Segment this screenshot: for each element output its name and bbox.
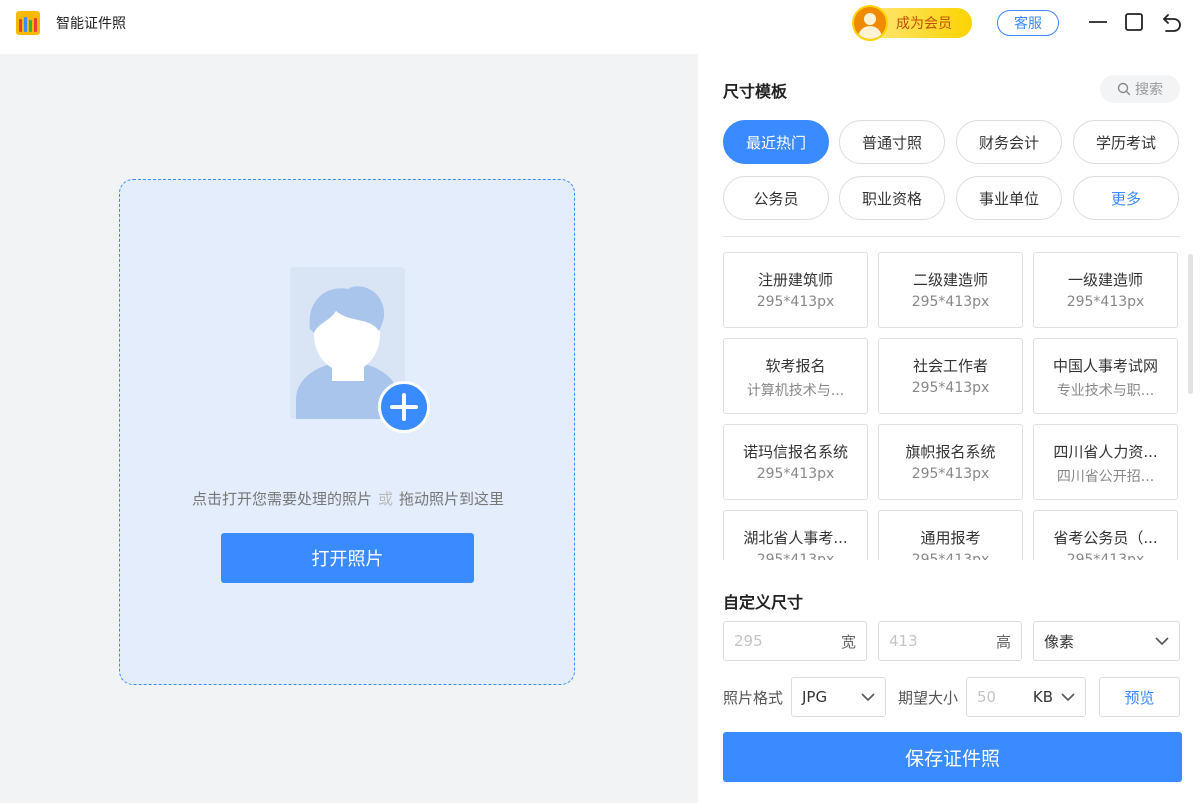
- template-card[interactable]: 湖北省人事考... 295*413px: [723, 510, 868, 560]
- chevron-down-icon: [1155, 636, 1169, 645]
- template-name: 软考报名: [765, 357, 826, 375]
- template-card[interactable]: 社会工作者 295*413px: [878, 338, 1023, 414]
- avatar-icon: [852, 5, 888, 41]
- template-size: 295*413px: [911, 294, 990, 310]
- preview-button[interactable]: 预览: [1099, 677, 1180, 717]
- photo-format-select[interactable]: JPG: [791, 677, 886, 717]
- expected-size-unit-group: KB: [1033, 688, 1075, 706]
- title-bar: 智能证件照 成为会员 客服: [0, 0, 1200, 54]
- search-icon: [1117, 82, 1131, 96]
- maximize-icon[interactable]: [1122, 10, 1146, 34]
- become-member-button[interactable]: 成为会员: [852, 5, 972, 41]
- template-size: 295*413px: [756, 552, 835, 560]
- drop-hint-or: 或: [377, 490, 393, 508]
- template-card[interactable]: 软考报名 计算机技术与...: [723, 338, 868, 414]
- template-card[interactable]: 旗帜报名系统 295*413px: [878, 424, 1023, 500]
- search-label: 搜索: [1135, 82, 1163, 98]
- custom-size-title: 自定义尺寸: [723, 593, 804, 612]
- height-placeholder: 413: [889, 632, 918, 650]
- photo-format-value: JPG: [802, 688, 828, 706]
- template-name: 一级建造师: [1067, 271, 1143, 289]
- chevron-down-icon: [1061, 692, 1075, 701]
- width-input[interactable]: 295 宽: [723, 621, 867, 661]
- become-member-label: 成为会员: [896, 16, 952, 32]
- template-name: 诺玛信报名系统: [742, 443, 848, 461]
- template-name: 省考公务员（...: [1053, 529, 1158, 547]
- expected-size-input[interactable]: 50 KB: [966, 677, 1086, 717]
- expected-size-placeholder: 50: [977, 688, 997, 706]
- template-name: 湖北省人事考...: [743, 529, 848, 547]
- chevron-down-icon: [861, 692, 875, 701]
- template-card[interactable]: 中国人事考试网 专业技术与职...: [1033, 338, 1178, 414]
- category-more[interactable]: 更多: [1073, 176, 1179, 220]
- template-size: 四川省公开招...: [1056, 469, 1155, 485]
- unit-select-value: 像素: [1044, 632, 1075, 651]
- template-grid: 注册建筑师 295*413px 二级建造师 295*413px 一级建造师 29…: [723, 252, 1180, 560]
- template-size: 295*413px: [911, 552, 990, 560]
- app-title: 智能证件照: [56, 16, 126, 32]
- height-unit: 高: [995, 632, 1011, 651]
- photo-drop-zone[interactable]: 点击打开您需要处理的照片或拖动照片到这里 打开照片: [119, 179, 575, 685]
- drop-hint-drag: 拖动照片到这里: [399, 490, 505, 508]
- template-size: 295*413px: [1066, 294, 1145, 310]
- photo-format-label: 照片格式: [723, 689, 784, 707]
- category-professional-qualification[interactable]: 职业资格: [839, 176, 945, 220]
- template-card[interactable]: 诺玛信报名系统 295*413px: [723, 424, 868, 500]
- template-scrollbar[interactable]: [1188, 254, 1193, 394]
- divider: [723, 236, 1180, 237]
- template-card[interactable]: 二级建造师 295*413px: [878, 252, 1023, 328]
- back-arrow-icon[interactable]: [1160, 10, 1184, 34]
- template-name: 二级建造师: [912, 271, 988, 289]
- drop-hint-main: 点击打开您需要处理的照片: [191, 490, 372, 508]
- add-photo-plus-icon[interactable]: [378, 381, 430, 433]
- expected-size-label: 期望大小: [898, 689, 959, 707]
- template-card[interactable]: 一级建造师 295*413px: [1033, 252, 1178, 328]
- template-card[interactable]: 注册建筑师 295*413px: [723, 252, 868, 328]
- template-name: 旗帜报名系统: [905, 443, 996, 461]
- template-name: 通用报考: [920, 529, 981, 547]
- template-name: 社会工作者: [912, 357, 988, 375]
- template-size: 计算机技术与...: [746, 383, 845, 399]
- template-size: 295*413px: [911, 466, 990, 482]
- expected-size-unit: KB: [1032, 688, 1053, 706]
- category-standard[interactable]: 普通寸照: [839, 120, 945, 164]
- width-unit: 宽: [840, 632, 856, 651]
- category-education-exam[interactable]: 学历考试: [1073, 120, 1179, 164]
- category-finance[interactable]: 财务会计: [956, 120, 1062, 164]
- template-card[interactable]: 省考公务员（... 295*413px: [1033, 510, 1178, 560]
- template-name: 中国人事考试网: [1052, 357, 1158, 375]
- template-name: 注册建筑师: [757, 271, 833, 289]
- category-recent-hot[interactable]: 最近热门: [723, 120, 829, 164]
- minimize-icon[interactable]: [1086, 10, 1110, 34]
- size-template-title: 尺寸模板: [723, 82, 788, 101]
- app-logo-icon: [16, 11, 40, 35]
- template-card[interactable]: 四川省人力资... 四川省公开招...: [1033, 424, 1178, 500]
- customer-service-button[interactable]: 客服: [997, 10, 1059, 36]
- template-search-button[interactable]: 搜索: [1100, 75, 1180, 103]
- template-size: 295*413px: [756, 466, 835, 482]
- width-placeholder: 295: [734, 632, 763, 650]
- settings-panel: 尺寸模板 搜索 最近热门 普通寸照 财务会计 学历考试 公务员 职业资格 事业单…: [698, 54, 1200, 803]
- template-name: 四川省人力资...: [1053, 443, 1158, 461]
- template-size: 专业技术与职...: [1056, 383, 1155, 399]
- photo-workspace: 点击打开您需要处理的照片或拖动照片到这里 打开照片: [0, 54, 698, 803]
- template-size: 295*413px: [756, 294, 835, 310]
- height-input[interactable]: 413 高: [878, 621, 1022, 661]
- template-size: 295*413px: [911, 380, 990, 396]
- open-photo-button[interactable]: 打开照片: [221, 533, 474, 583]
- drop-hint-text: 点击打开您需要处理的照片或拖动照片到这里: [120, 488, 576, 509]
- save-id-photo-button[interactable]: 保存证件照: [723, 732, 1182, 782]
- template-size: 295*413px: [1066, 552, 1145, 560]
- category-public-institution[interactable]: 事业单位: [956, 176, 1062, 220]
- template-card[interactable]: 通用报考 295*413px: [878, 510, 1023, 560]
- category-civil-servant[interactable]: 公务员: [723, 176, 829, 220]
- unit-select[interactable]: 像素: [1033, 621, 1180, 661]
